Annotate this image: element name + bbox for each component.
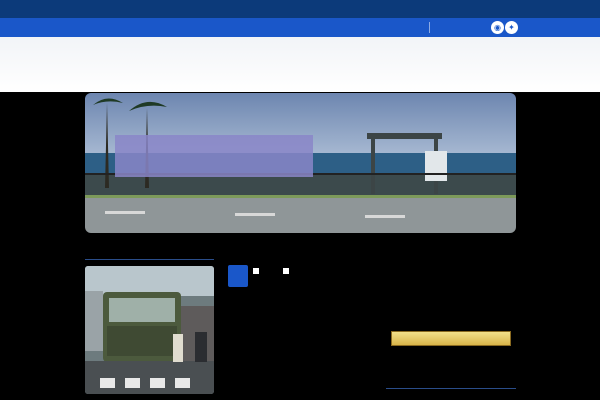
header-banner-image[interactable] [85,93,516,233]
category-icon [253,268,259,274]
nav-divider [429,22,430,33]
busgear-banner[interactable] [391,331,511,346]
top-announcement-bar [0,0,600,18]
post-date-badge [228,265,248,287]
post-thumbnail[interactable] [85,266,214,394]
sidebar-divider [386,388,516,389]
twitter-icon[interactable]: ✦ [505,21,518,34]
site-header [0,37,600,92]
comment-icon [283,268,289,274]
section-divider [85,259,214,260]
rss-icon[interactable]: ◉ [491,21,504,34]
main-navigation: ◉ ✦ [0,18,600,37]
